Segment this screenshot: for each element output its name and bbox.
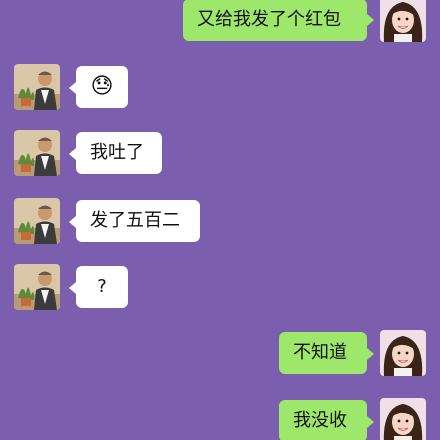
- old-man-avatar[interactable]: [14, 130, 60, 176]
- message-text: 又给我发了个红包: [197, 9, 341, 30]
- message-row-incoming: ?: [0, 262, 440, 310]
- bubble-tail: [69, 82, 76, 94]
- message-row-incoming: 发了五百二: [0, 196, 440, 244]
- message-bubble[interactable]: 发了五百二: [76, 200, 200, 242]
- bubble-tail: [367, 416, 374, 428]
- girl-avatar[interactable]: [380, 330, 426, 376]
- message-row-incoming: 😓: [0, 62, 440, 110]
- bubble-tail: [367, 348, 374, 360]
- message-bubble[interactable]: 我吐了: [76, 132, 162, 174]
- bubble-tail: [367, 14, 374, 26]
- sweat-emoji-icon: 😓: [90, 74, 114, 99]
- message-row-outgoing: 我没收: [0, 396, 440, 440]
- old-man-avatar[interactable]: [14, 64, 60, 110]
- message-bubble[interactable]: 我没收: [279, 400, 367, 440]
- girl-avatar[interactable]: [380, 0, 426, 42]
- message-bubble[interactable]: ?: [76, 266, 128, 308]
- bubble-tail: [69, 216, 76, 228]
- message-text: 我吐了: [90, 142, 144, 163]
- old-man-avatar[interactable]: [14, 198, 60, 244]
- message-text: 不知道: [293, 342, 347, 363]
- bubble-tail: [69, 282, 76, 294]
- message-text: 发了五百二: [90, 210, 180, 231]
- message-row-outgoing: 又给我发了个红包: [0, 0, 440, 44]
- message-row-outgoing: 不知道: [0, 328, 440, 376]
- bubble-tail: [69, 148, 76, 160]
- girl-avatar[interactable]: [380, 398, 426, 440]
- old-man-avatar[interactable]: [14, 264, 60, 310]
- message-bubble[interactable]: 😓: [76, 66, 128, 108]
- message-bubble[interactable]: 又给我发了个红包: [183, 0, 367, 41]
- message-bubble[interactable]: 不知道: [279, 332, 367, 374]
- message-text: 我没收: [293, 410, 347, 431]
- message-row-incoming: 我吐了: [0, 128, 440, 176]
- message-text: ?: [97, 276, 107, 297]
